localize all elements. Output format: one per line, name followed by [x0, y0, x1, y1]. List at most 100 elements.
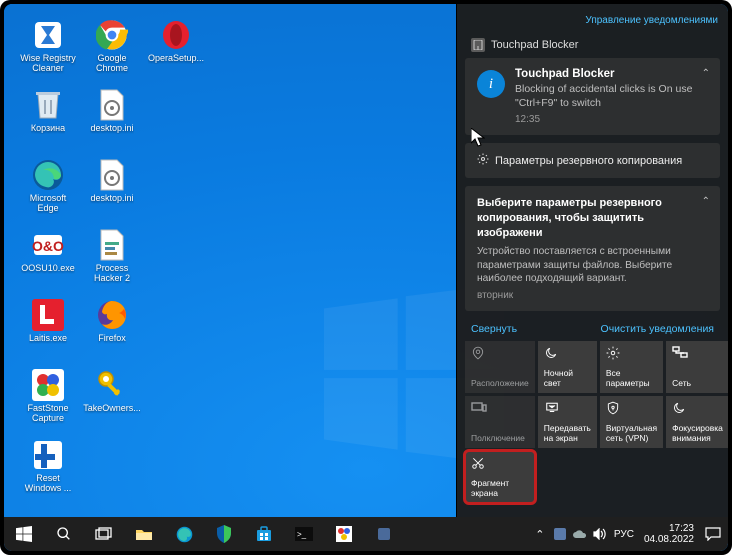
collapse-link[interactable]: Свернуть: [471, 323, 517, 335]
firefox-icon: [95, 298, 129, 332]
desktop-icon-label: Wise Registry Cleaner: [20, 54, 76, 74]
key-icon: [95, 368, 129, 402]
taskbar-app-terminal[interactable]: >_: [284, 517, 324, 551]
quick-action-location[interactable]: Расположение: [465, 341, 535, 393]
desktop-icon-opera[interactable]: OperaSetup...: [146, 16, 206, 80]
desktop-icon-bin[interactable]: Корзина: [18, 86, 78, 150]
quick-action-focus[interactable]: Фокусировка внимания: [666, 396, 728, 448]
ini-icon: [95, 88, 129, 122]
svg-text:O&O: O&O: [32, 238, 64, 254]
notification-app-name: Touchpad Blocker: [491, 39, 578, 51]
tray-overflow-chevron-icon[interactable]: ⌃: [530, 517, 550, 551]
gear-icon: [477, 153, 489, 168]
vpn-icon: [606, 401, 657, 417]
ini-icon: [95, 158, 129, 192]
desktop-icon-chrome[interactable]: Google Chrome: [82, 16, 142, 80]
notification-backup-prompt[interactable]: ⌃ Выберите параметры резервного копирова…: [465, 186, 720, 311]
notification-touchpad-blocker[interactable]: ⌃ i Touchpad Blocker Blocking of acciden…: [465, 58, 720, 135]
tray-app-icon[interactable]: [550, 517, 570, 551]
desktop-icon-label: Microsoft Edge: [20, 194, 76, 214]
focus-icon: [672, 401, 723, 417]
app-blue-icon: [31, 18, 65, 52]
notification-title: Touchpad Blocker: [515, 68, 708, 80]
project-icon: [544, 401, 591, 417]
quick-action-label: Виртуальная сеть (VPN): [606, 424, 657, 443]
desktop-icon-label: TakeOwners...: [83, 404, 141, 414]
desktop-icon-label: FastStone Capture: [20, 404, 76, 424]
taskbar-app-faststone[interactable]: [324, 517, 364, 551]
desktop-icon-laitis[interactable]: Laitis.exe: [18, 296, 78, 360]
quick-action-nightlight[interactable]: Ночной свет: [538, 341, 597, 393]
quick-action-connect[interactable]: Полключение: [465, 396, 535, 448]
faststone-icon: [31, 368, 65, 402]
language-indicator[interactable]: РУС: [610, 529, 638, 540]
clear-notifications-link[interactable]: Очистить уведомления: [601, 323, 714, 335]
quick-action-label: Передавать на экран: [544, 424, 591, 443]
taskbar-clock[interactable]: 17:23 04.08.2022: [638, 523, 700, 546]
desktop-icon-key[interactable]: TakeOwners...: [82, 366, 142, 430]
info-badge-icon: i: [477, 70, 505, 98]
quick-action-project[interactable]: Передавать на экран: [538, 396, 597, 448]
notification-backup-settings-header[interactable]: Параметры резервного копирования: [465, 143, 720, 178]
tray-volume-icon[interactable]: [590, 517, 610, 551]
svg-text:>_: >_: [297, 530, 307, 539]
collapse-chevron-icon[interactable]: ⌃: [702, 196, 710, 207]
taskbar-app-store[interactable]: [244, 517, 284, 551]
network-icon: [672, 346, 723, 362]
ph-icon: [95, 228, 129, 262]
quick-action-label: Сеть: [672, 379, 723, 388]
connect-icon: [471, 401, 529, 417]
desktop-icon-edge[interactable]: Microsoft Edge: [18, 156, 78, 220]
quick-action-vpn[interactable]: Виртуальная сеть (VPN): [600, 396, 663, 448]
tray-onedrive-icon[interactable]: [570, 517, 590, 551]
quick-action-label: Ночной свет: [544, 369, 591, 388]
oo-icon: O&O: [31, 228, 65, 262]
start-button[interactable]: [4, 517, 44, 551]
desktop-icon-reset[interactable]: Reset Windows ...: [18, 436, 78, 500]
quick-action-settings[interactable]: Все параметры: [600, 341, 663, 393]
desktop-icon-label: desktop.ini: [90, 194, 133, 204]
bin-icon: [31, 88, 65, 122]
backup-notification-title: Выберите параметры резервного копировани…: [477, 196, 708, 241]
desktop-icon-label: Process Hacker 2: [84, 264, 140, 284]
desktop-icon-app-blue[interactable]: Wise Registry Cleaner: [18, 16, 78, 80]
desktop-icon-label: OOSU10.exe: [21, 264, 75, 274]
quick-action-label: Фокусировка внимания: [672, 424, 723, 443]
desktop-icon-label: Корзина: [31, 124, 65, 134]
quick-action-label: Все параметры: [606, 369, 657, 388]
reset-icon: [31, 438, 65, 472]
clock-time: 17:23: [644, 523, 694, 535]
taskbar: >_ ⌃ РУС: [4, 517, 728, 551]
desktop-icon-firefox[interactable]: Firefox: [82, 296, 142, 360]
taskbar-app-edge[interactable]: [164, 517, 204, 551]
collapse-chevron-icon[interactable]: ⌃: [702, 68, 710, 79]
desktop-icon-ini[interactable]: desktop.ini: [82, 156, 142, 220]
quick-action-snip[interactable]: Фрагмент экрана: [465, 451, 535, 503]
desktop-icon-label: OperaSetup...: [148, 54, 204, 64]
quick-action-network[interactable]: Сеть: [666, 341, 728, 393]
action-center-button[interactable]: [700, 517, 726, 551]
task-view-button[interactable]: [84, 517, 124, 551]
taskbar-app-security[interactable]: [204, 517, 244, 551]
taskbar-app-explorer[interactable]: [124, 517, 164, 551]
desktop-icon-label: Laitis.exe: [29, 334, 67, 344]
chrome-icon: [95, 18, 129, 52]
notification-timestamp: 12:35: [515, 114, 708, 125]
backup-notification-timestamp: вторник: [477, 290, 708, 301]
laitis-icon: [31, 298, 65, 332]
quick-action-label: Фрагмент экрана: [471, 479, 529, 498]
location-icon: [471, 346, 529, 362]
manage-notifications-link[interactable]: Управление уведомлениями: [585, 15, 718, 26]
desktop-icon-label: desktop.ini: [90, 124, 133, 134]
taskbar-app-generic[interactable]: [364, 517, 404, 551]
clock-date: 04.08.2022: [644, 534, 694, 546]
desktop-icon-ph[interactable]: Process Hacker 2: [82, 226, 142, 290]
backup-notification-text: Устройство поставляется с встроенными па…: [477, 245, 708, 286]
search-button[interactable]: [44, 517, 84, 551]
desktop-icon-faststone[interactable]: FastStone Capture: [18, 366, 78, 430]
desktop-icon-oo[interactable]: O&O OOSU10.exe: [18, 226, 78, 290]
quick-action-label: Полключение: [471, 434, 529, 443]
desktop-icon-ini[interactable]: desktop.ini: [82, 86, 142, 150]
snip-icon: [471, 456, 529, 472]
nightlight-icon: [544, 346, 591, 362]
